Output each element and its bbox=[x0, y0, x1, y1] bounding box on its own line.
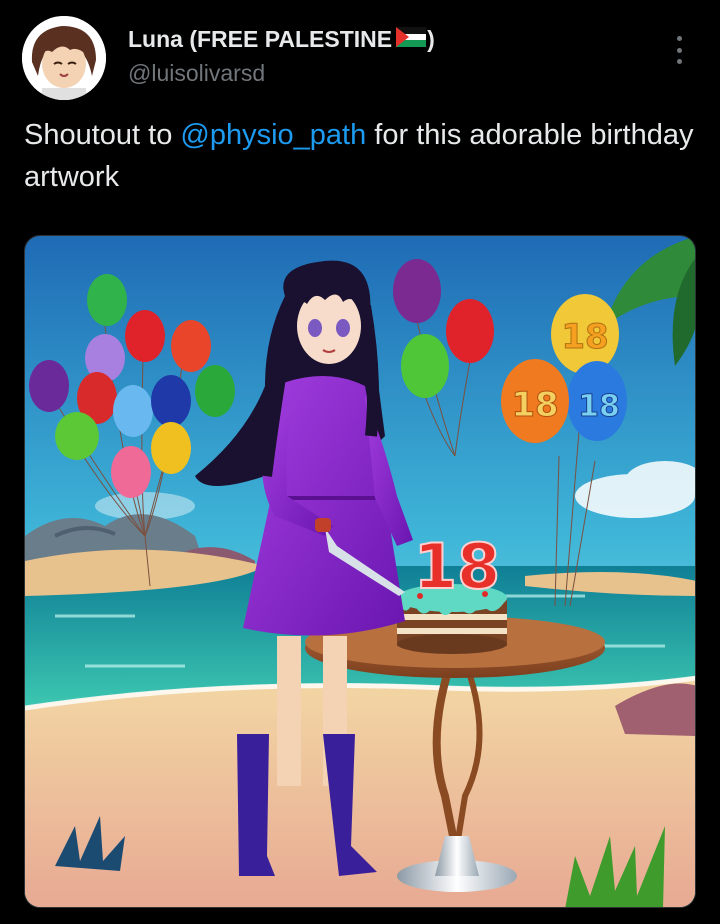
balloon-number-top: 18 bbox=[561, 317, 608, 357]
palestine-flag-icon bbox=[396, 26, 427, 53]
birthday-cake: 18 bbox=[397, 529, 507, 654]
balloon-number-right: 18 bbox=[578, 389, 620, 424]
more-options-icon[interactable] bbox=[668, 34, 690, 66]
author-name[interactable]: Luna (FREE PALESTINE ) bbox=[128, 26, 435, 53]
birthday-artwork-image: 18 18 18 18 bbox=[25, 236, 695, 907]
author-name-suffix: ) bbox=[427, 26, 435, 52]
author-avatar[interactable] bbox=[22, 16, 106, 100]
tweet-media-image[interactable]: 18 18 18 18 bbox=[24, 235, 696, 908]
tweet-text: Shoutout to @physio_path for this adorab… bbox=[24, 114, 694, 198]
tweet-text-before: Shoutout to bbox=[24, 119, 181, 151]
author-handle[interactable]: @luisolivarsd bbox=[128, 60, 265, 87]
cake-candle-number: 18 bbox=[414, 530, 500, 603]
balloon-number-left: 18 bbox=[511, 385, 558, 425]
avatar-image bbox=[22, 16, 106, 100]
author-name-text: Luna (FREE PALESTINE bbox=[128, 26, 393, 52]
mention-link[interactable]: @physio_path bbox=[180, 119, 366, 151]
